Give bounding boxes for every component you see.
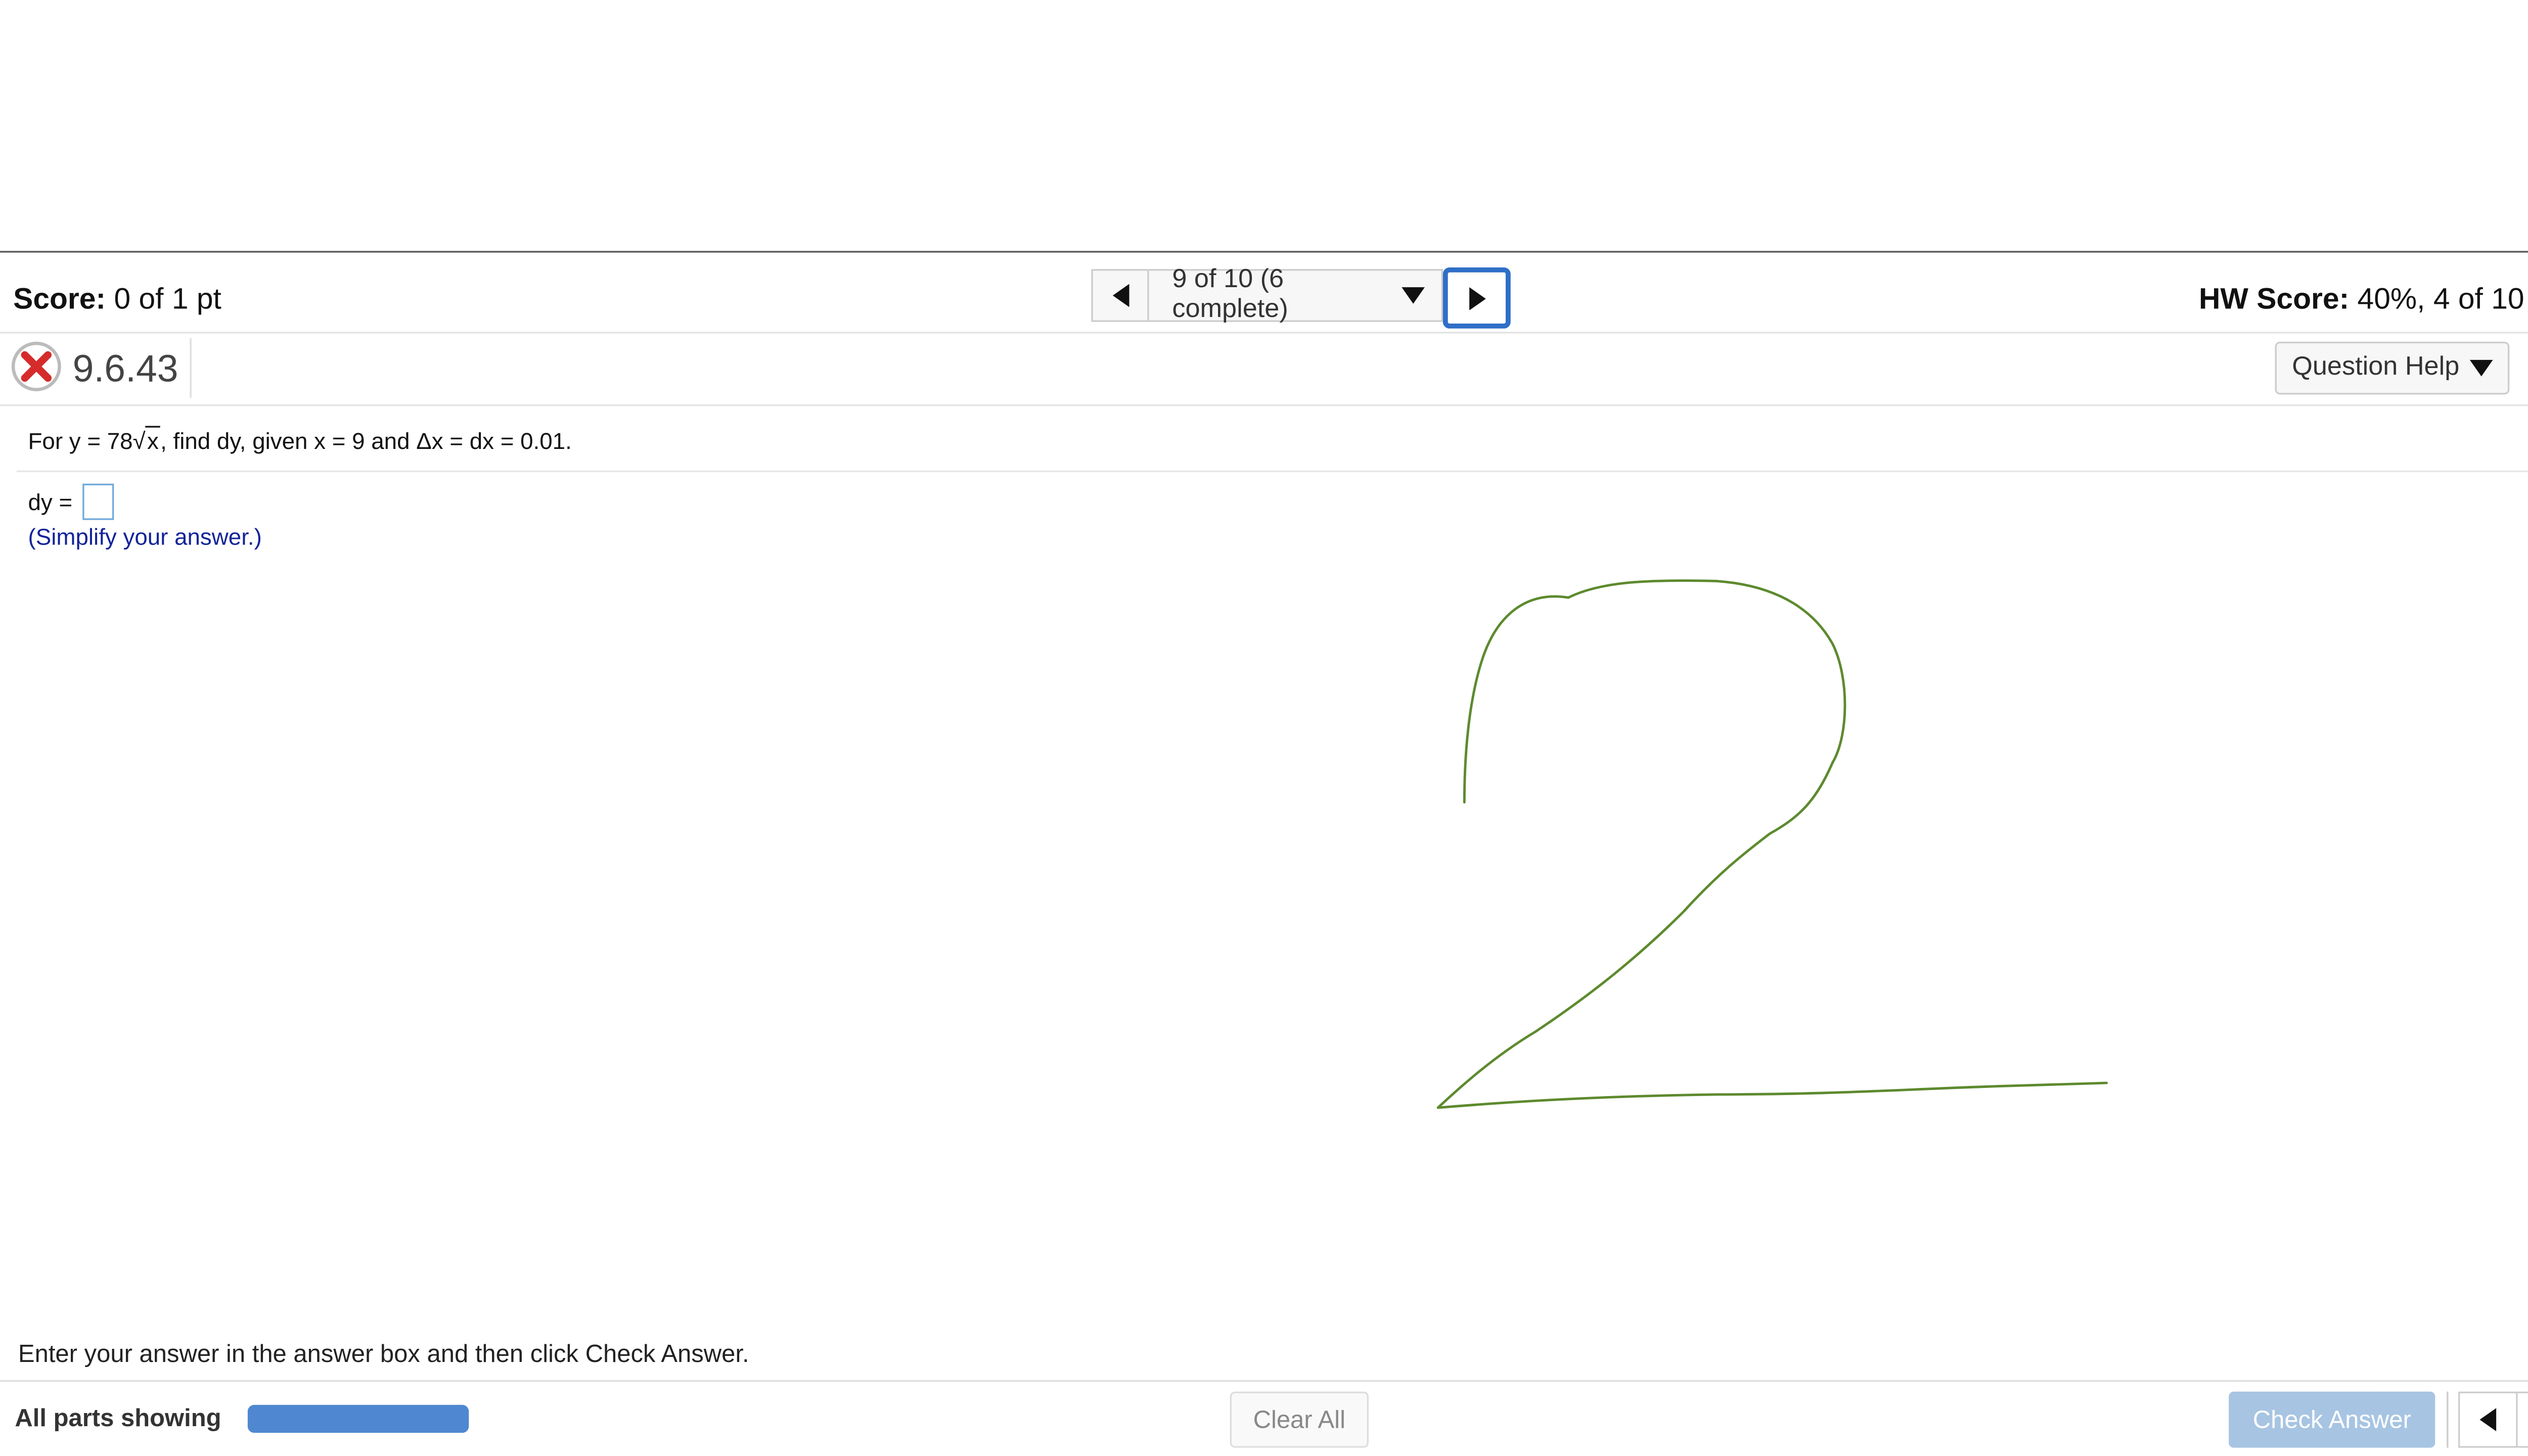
check-answer-button[interactable]: Check Answer xyxy=(2229,1391,2435,1448)
footer-separator xyxy=(2447,1391,2449,1448)
footer-previous-button[interactable] xyxy=(2458,1391,2518,1448)
arrow-left-icon xyxy=(2479,1408,2497,1432)
footer-divider xyxy=(0,1380,2528,1382)
footer-navigator xyxy=(2458,1391,2528,1448)
parts-showing-label: All parts showing xyxy=(15,1404,221,1433)
handwritten-scribble xyxy=(1436,579,2108,1109)
clear-all-button[interactable]: Clear All xyxy=(1230,1391,1369,1448)
footer-instruction: Enter your answer in the answer box and … xyxy=(18,1340,749,1369)
footer-next-button[interactable] xyxy=(2517,1391,2528,1448)
parts-progress-fill xyxy=(247,1404,469,1433)
parts-progress-bar xyxy=(247,1404,469,1433)
